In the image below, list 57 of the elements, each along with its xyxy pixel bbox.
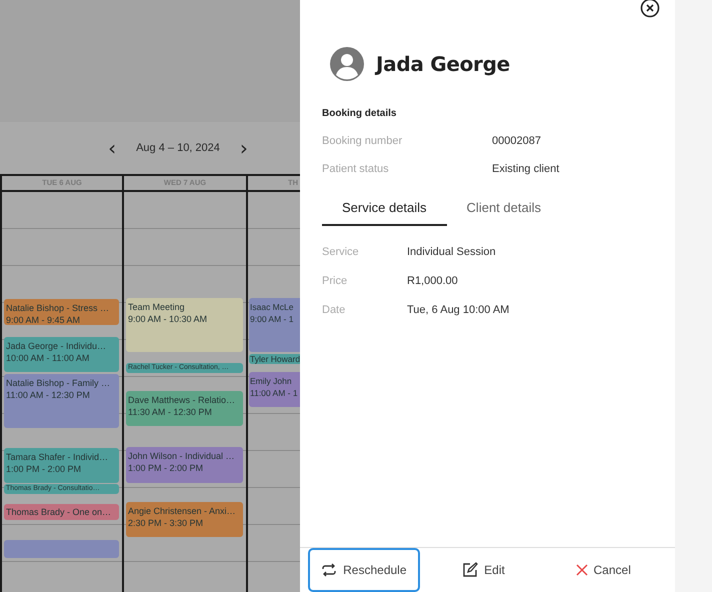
event-title: Dave Matthews - Relatio… bbox=[128, 394, 236, 406]
event-title: Team Meeting bbox=[128, 301, 186, 313]
event-time: 1:00 PM - 2:00 PM bbox=[128, 462, 204, 474]
calendar-event[interactable]: John Wilson - Individual … 1:00 PM - 2:00 PM bbox=[126, 447, 243, 483]
event-title: Emily John bbox=[250, 375, 293, 387]
reschedule-button[interactable]: Reschedule bbox=[308, 548, 420, 592]
event-time: 11:30 AM - 12:30 PM bbox=[128, 406, 213, 418]
event-time: 9:00 AM - 1 bbox=[250, 313, 294, 325]
field-label: Date bbox=[322, 304, 346, 316]
event-time: 9:00 AM - 10:30 AM bbox=[128, 313, 208, 325]
field-value: Tue, 6 Aug 10:00 AM bbox=[407, 304, 510, 316]
event-time: 11:00 AM - 12:30 PM bbox=[6, 389, 91, 401]
field-value: R1,000.00 bbox=[407, 275, 458, 287]
previous-week-button[interactable]: ‹ bbox=[104, 138, 120, 158]
field-label: Patient status bbox=[322, 163, 390, 175]
event-title: Isaac McLe bbox=[250, 301, 294, 313]
calendar-event[interactable]: Thomas Brady - One on… bbox=[4, 504, 119, 520]
date-range: Aug 4 – 10, 2024 bbox=[136, 142, 220, 154]
event-title: Jada George - Individu… bbox=[6, 340, 108, 352]
close-icon bbox=[640, 0, 660, 18]
calendar-event[interactable]: Team Meeting 9:00 AM - 10:30 AM bbox=[126, 298, 243, 352]
event-title: Thomas Brady - One on… bbox=[6, 506, 112, 518]
field-value: Existing client bbox=[492, 163, 560, 175]
field-value: Individual Session bbox=[407, 246, 496, 258]
calendar-event[interactable]: Isaac McLe 9:00 AM - 1 bbox=[249, 298, 300, 352]
event-time: 9:00 AM - 9:45 AM bbox=[6, 314, 82, 325]
field-value: 00002087 bbox=[492, 135, 541, 147]
avatar-icon bbox=[330, 47, 364, 81]
calendar-event[interactable]: Dave Matthews - Relatio… 11:30 AM - 12:30 PM bbox=[126, 391, 243, 426]
calendar-event[interactable]: Angie Christensen - Anxi… 2:30 PM - 3:30 PM bbox=[126, 502, 243, 537]
event-title: John Wilson - Individual … bbox=[128, 450, 236, 462]
client-name: Jada George bbox=[376, 52, 510, 76]
edit-icon bbox=[462, 562, 478, 578]
close-button[interactable] bbox=[640, 0, 660, 20]
calendar-event[interactable]: Tyler Howard bbox=[249, 354, 300, 364]
calendar-event[interactable]: Natalie Bishop - Family … 11:00 AM - 12:30 PM bbox=[4, 374, 119, 428]
calendar-event[interactable]: Emily John 11:00 AM - 1 bbox=[249, 372, 300, 407]
details-tab[interactable]: Client details bbox=[446, 196, 561, 226]
event-title: Natalie Bishop - Family … bbox=[6, 377, 112, 389]
event-title: Angie Christensen - Anxi… bbox=[128, 505, 237, 517]
event-time: 1:00 PM - 2:00 PM bbox=[6, 463, 82, 475]
field-label: Service bbox=[322, 246, 360, 258]
calendar-event[interactable]: Jada George - Individu… 10:00 AM - 11:00 AM bbox=[4, 337, 119, 372]
swap-arrows-icon bbox=[321, 563, 338, 577]
calendar-event[interactable]: Tamara Shafer - Individ… 1:00 PM - 2:00 PM bbox=[4, 448, 119, 483]
event-time: 11:00 AM - 1 bbox=[250, 387, 299, 399]
field-label: Price bbox=[322, 275, 348, 287]
event-time: 2:30 PM - 3:30 PM bbox=[128, 517, 204, 529]
calendar-event[interactable]: Natalie Bishop - Stress … 9:00 AM - 9:45 AM bbox=[4, 299, 119, 325]
details-tab[interactable]: Service details bbox=[322, 196, 447, 226]
section-title: Booking details bbox=[322, 108, 398, 119]
next-week-button[interactable]: › bbox=[236, 138, 252, 158]
event-title: Natalie Bishop - Stress … bbox=[6, 302, 110, 314]
field-label: Booking number bbox=[322, 135, 404, 147]
event-title: Tamara Shafer - Individ… bbox=[6, 451, 110, 463]
event-time: 10:00 AM - 11:00 AM bbox=[6, 352, 90, 364]
close-icon bbox=[576, 564, 588, 576]
